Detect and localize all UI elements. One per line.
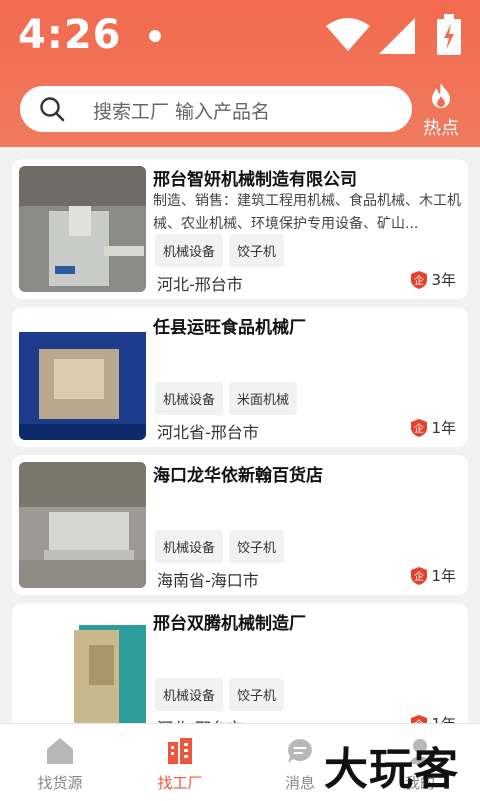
battery-icon bbox=[437, 14, 461, 55]
enterprise-years: 3年 bbox=[431, 271, 456, 289]
chat-bubble-icon bbox=[288, 739, 312, 763]
tab-label: 找货源 bbox=[37, 774, 83, 792]
enterprise-shield-icon: 企 bbox=[411, 418, 428, 437]
enterprise-years: 1年 bbox=[431, 419, 456, 437]
wifi-icon bbox=[326, 18, 370, 51]
factory-building-icon bbox=[168, 738, 192, 764]
tag[interactable]: 机械设备 bbox=[155, 382, 224, 415]
tab-find-factory[interactable]: 找工厂 bbox=[120, 724, 240, 801]
tag[interactable]: 饺子机 bbox=[229, 234, 285, 267]
tag[interactable]: 米面机械 bbox=[229, 382, 298, 415]
tag[interactable]: 机械设备 bbox=[155, 530, 224, 563]
tab-find-source[interactable]: 找货源 bbox=[0, 724, 120, 801]
svg-text:企: 企 bbox=[414, 274, 424, 287]
home-icon bbox=[47, 738, 73, 764]
factory-name: 邢台双腾机械制造厂 bbox=[153, 614, 306, 634]
factory-location: 河北-邢台市 bbox=[157, 275, 243, 294]
factory-thumbnail bbox=[19, 462, 146, 588]
search-icon bbox=[40, 97, 65, 122]
enterprise-badge: 企 1年 bbox=[409, 565, 456, 586]
status-time: 4:26 bbox=[18, 12, 122, 58]
enterprise-shield-icon: 企 bbox=[411, 270, 428, 289]
factory-card[interactable]: 邢台智妍机械制造有限公司 制造、销售：建筑工程用机械、食品机械、木工机械、农业机… bbox=[12, 159, 468, 299]
signal-icon bbox=[379, 18, 415, 54]
factory-thumbnail bbox=[19, 314, 146, 440]
enterprise-years: 1年 bbox=[431, 567, 456, 585]
factory-location: 河北省-邢台市 bbox=[157, 423, 259, 442]
factory-name: 海口龙华依新翰百货店 bbox=[153, 466, 323, 486]
search-bar[interactable]: 搜索工厂 输入产品名 bbox=[20, 86, 412, 132]
enterprise-badge: 企 1年 bbox=[409, 417, 456, 438]
factory-location: 海南省-海口市 bbox=[157, 571, 259, 590]
enterprise-shield-icon: 企 bbox=[411, 566, 428, 585]
tag-list: 机械设备 米面机械 bbox=[155, 382, 303, 415]
hot-label: 热点 bbox=[423, 118, 459, 139]
app-header: 4:26 搜索工厂 输入产品名 热点 bbox=[0, 0, 480, 147]
search-input[interactable]: 搜索工厂 输入产品名 bbox=[93, 97, 270, 124]
tag[interactable]: 饺子机 bbox=[229, 530, 285, 563]
status-bar: 4:26 bbox=[0, 0, 480, 72]
tag[interactable]: 机械设备 bbox=[155, 678, 224, 711]
svg-text:企: 企 bbox=[414, 422, 424, 435]
flame-icon bbox=[432, 83, 450, 108]
factory-card[interactable]: 任县运旺食品机械厂 机械设备 米面机械 河北省-邢台市 企 1年 bbox=[12, 307, 468, 447]
tag-list: 机械设备 饺子机 bbox=[155, 530, 290, 563]
factory-name: 邢台智妍机械制造有限公司 bbox=[153, 170, 357, 190]
factory-card[interactable]: 邢台双腾机械制造厂 机械设备饺子机 河北-邢台市 企 1年 bbox=[12, 603, 468, 743]
enterprise-badge: 企 3年 bbox=[409, 269, 456, 290]
watermark: 大玩客 bbox=[324, 744, 459, 795]
hot-button[interactable]: 热点 bbox=[416, 82, 466, 140]
factory-thumbnail bbox=[19, 610, 146, 736]
svg-text:企: 企 bbox=[414, 570, 424, 583]
tag-list: 机械设备 饺子机 bbox=[155, 234, 290, 267]
tag[interactable]: 机械设备 bbox=[155, 234, 224, 267]
factory-card[interactable]: 海口龙华依新翰百货店 机械设备 饺子机 海南省-海口市 企 1年 bbox=[12, 455, 468, 595]
tab-label: 找工厂 bbox=[157, 774, 203, 792]
factory-description: 制造、销售：建筑工程用机械、食品机械、木工机械、农业机械、环境保护专用设备、矿山… bbox=[153, 193, 461, 232]
tag[interactable]: 饺子机 bbox=[229, 678, 285, 711]
factory-name: 任县运旺食品机械厂 bbox=[153, 318, 306, 338]
notification-dot-icon bbox=[149, 30, 161, 42]
factory-thumbnail bbox=[19, 166, 146, 292]
tag-list: 机械设备 饺子机 bbox=[155, 678, 290, 711]
